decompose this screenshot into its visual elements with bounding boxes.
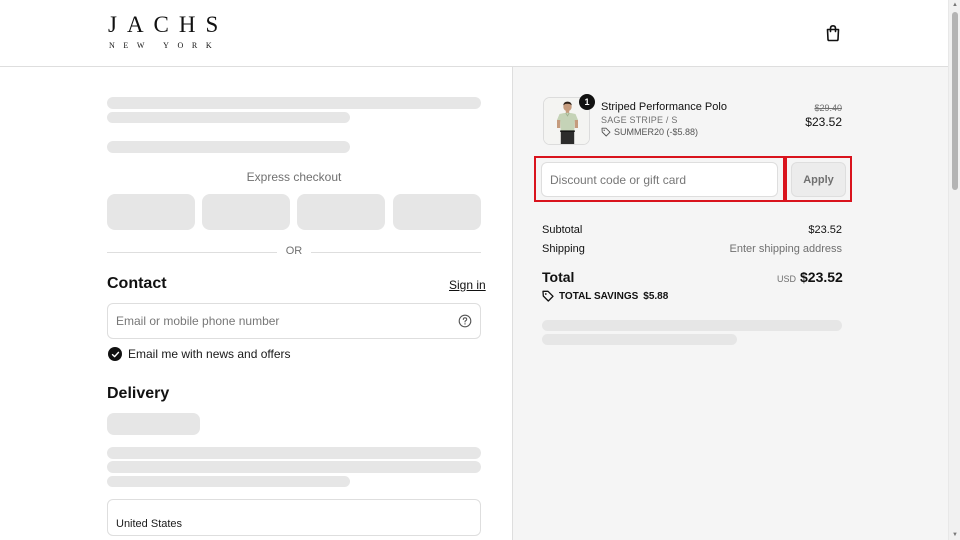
total-savings: TOTAL SAVINGS $5.88 [542,290,668,302]
currency-code: USD [777,274,797,284]
skeleton-line [107,141,350,153]
total-value: $23.52 [800,269,843,285]
tag-icon [542,290,554,302]
item-price: $23.52 [805,115,842,129]
total-label: Total [542,269,575,285]
help-icon[interactable] [458,314,472,328]
newsletter-label[interactable]: Email me with news and offers [128,347,291,361]
original-price: $29.40 [814,103,842,113]
savings-value: $5.88 [643,290,669,302]
skeleton-line [107,476,350,487]
email-input[interactable] [108,304,480,338]
skeleton-line [107,112,350,123]
skeleton-line [542,334,737,345]
express-pay-button-placeholder[interactable] [393,194,481,230]
contact-heading: Contact [107,275,167,292]
delivery-heading: Delivery [107,385,170,402]
product-discount: SUMMER20 (-$5.88) [601,127,698,137]
brand-sub: NEW YORK [109,41,221,50]
express-pay-button-placeholder[interactable] [297,194,385,230]
product-variant: SAGE STRIPE / S [601,115,678,125]
subtotal-label: Subtotal [542,224,583,236]
shipping-label: Shipping [542,243,585,255]
brand-logo[interactable]: JACHS NEW YORK [108,12,229,51]
header: JACHS NEW YORK [0,0,948,67]
shopping-bag-icon[interactable] [824,24,842,42]
skeleton-block [107,413,200,435]
newsletter-checkbox[interactable] [108,347,122,361]
express-pay-button-placeholder[interactable] [202,194,290,230]
page-scrollbar[interactable]: ▲ ▼ [948,0,960,540]
or-label: OR [285,245,303,257]
country-value: United States [116,518,183,530]
product-discount-code: SUMMER20 (-$5.88) [614,127,699,137]
scroll-down-icon[interactable]: ▼ [949,531,960,539]
scrollbar-thumb[interactable] [952,12,958,190]
skeleton-line [107,461,481,473]
quantity-badge: 1 [579,94,595,110]
country-select[interactable]: United States [107,499,481,536]
discount-field[interactable] [541,162,778,197]
check-icon [111,351,119,357]
express-checkout-label: Express checkout [246,170,342,184]
email-field[interactable] [107,303,481,339]
product-name: Striped Performance Polo [601,101,727,113]
skeleton-line [107,97,481,109]
express-pay-button-placeholder[interactable] [107,194,195,230]
shipping-value: Enter shipping address [729,243,842,255]
skeleton-line [542,320,842,331]
savings-label: TOTAL SAVINGS [559,290,639,302]
subtotal-value: $23.52 [808,224,842,236]
discount-input[interactable] [542,163,777,196]
divider-line [311,252,481,253]
or-divider: OR [107,245,481,259]
tag-icon [601,127,611,137]
apply-button[interactable]: Apply [791,162,846,197]
apply-button-highlight: Apply [785,156,852,202]
scroll-up-icon[interactable]: ▲ [949,1,960,9]
discount-field-highlight [534,156,785,202]
brand-name: JACHS [108,12,229,37]
skeleton-line [107,447,481,459]
sign-in-link[interactable]: Sign in [449,278,486,292]
